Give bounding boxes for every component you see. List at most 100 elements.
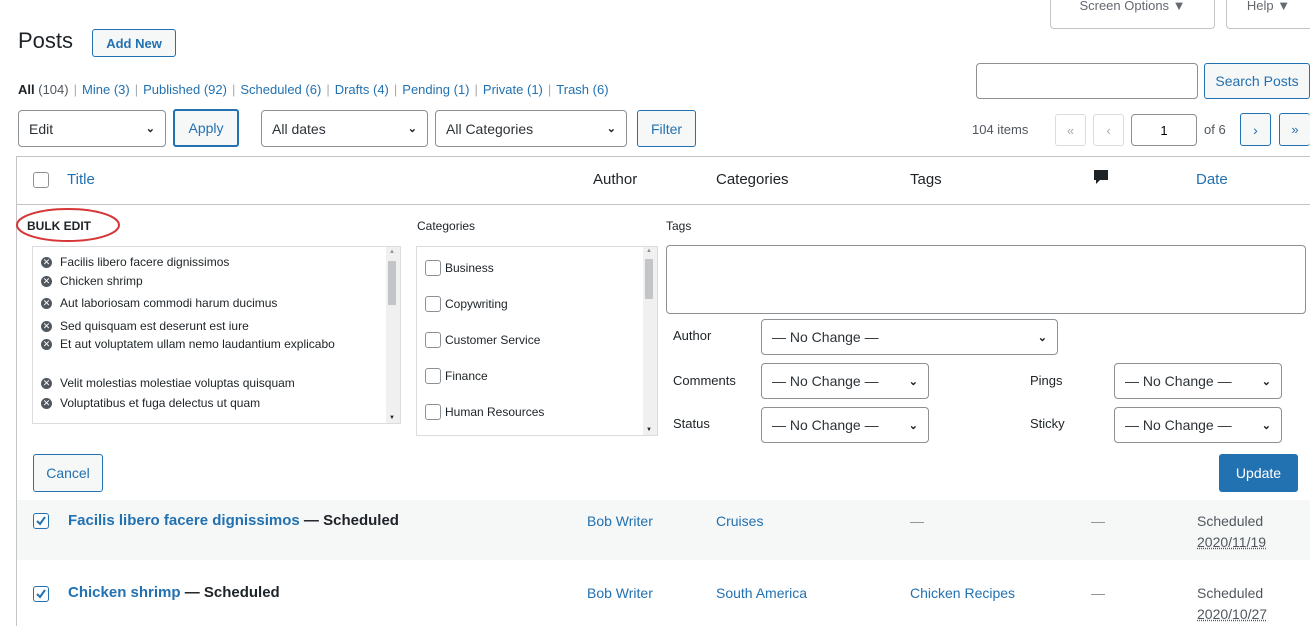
list-item: ✕ Facilis libero facere dignissimos xyxy=(41,255,230,269)
row-author[interactable]: Bob Writer xyxy=(587,513,653,529)
row-date-status: Scheduled xyxy=(1197,585,1264,601)
remove-icon[interactable]: ✕ xyxy=(41,377,52,389)
column-author: Author xyxy=(593,171,638,188)
post-state: — Scheduled xyxy=(180,584,280,601)
pings-select[interactable]: — No Change — ⌄ xyxy=(1114,363,1282,399)
highlight-circle xyxy=(16,208,120,242)
category-checkbox[interactable] xyxy=(425,260,441,276)
items-count: 104 items xyxy=(972,122,1029,137)
pings-value: — No Change — xyxy=(1125,373,1232,389)
dates-select[interactable]: All dates ⌄ xyxy=(261,110,428,147)
column-title[interactable]: Title xyxy=(67,171,95,188)
prev-page-button[interactable]: ‹ xyxy=(1093,114,1124,146)
category-checkbox[interactable] xyxy=(425,404,441,420)
categories-value: All Categories xyxy=(446,120,534,137)
filter-published[interactable]: Published (92) xyxy=(143,82,227,97)
apply-button[interactable]: Apply xyxy=(173,109,239,147)
chevron-down-icon: ⌄ xyxy=(908,375,918,388)
next-page-button[interactable]: › xyxy=(1240,113,1271,146)
add-new-button[interactable]: Add New xyxy=(92,29,176,57)
list-item[interactable]: Business xyxy=(425,250,544,286)
filter-scheduled[interactable]: Scheduled (6) xyxy=(240,82,321,97)
list-item[interactable]: Finance xyxy=(425,358,544,394)
remove-icon[interactable]: ✕ xyxy=(41,297,52,309)
post-title-link[interactable]: Facilis libero facere dignissimos xyxy=(68,512,300,529)
remove-icon[interactable]: ✕ xyxy=(41,397,52,409)
comments-select[interactable]: — No Change — ⌄ xyxy=(761,363,929,399)
row-categories[interactable]: Cruises xyxy=(716,513,763,529)
first-page-icon: « xyxy=(1066,122,1075,138)
categories-scrollbar[interactable]: ▲ ▼ xyxy=(643,247,657,435)
screen-options-label: Screen Options ▼ xyxy=(1079,0,1186,13)
row-date-status: Scheduled xyxy=(1197,513,1264,529)
remove-icon[interactable]: ✕ xyxy=(41,276,52,287)
help-tab[interactable]: Help ▼ xyxy=(1226,0,1310,29)
table-header xyxy=(17,157,1310,205)
row-categories[interactable]: South America xyxy=(716,585,807,601)
update-button[interactable]: Update xyxy=(1219,454,1298,492)
chevron-down-icon: ⌄ xyxy=(1037,331,1047,344)
filter-drafts[interactable]: Drafts (4) xyxy=(335,82,389,97)
cancel-button[interactable]: Cancel xyxy=(33,454,103,492)
list-item: ✕ Sed quisquam est deserunt est iure xyxy=(41,318,249,333)
chevron-down-icon: ⌄ xyxy=(908,419,918,432)
select-all-checkbox[interactable] xyxy=(33,172,49,188)
filter-private[interactable]: Private (1) xyxy=(483,82,543,97)
last-page-icon: » xyxy=(1291,122,1299,137)
filter-mine[interactable]: Mine (3) xyxy=(82,82,130,97)
status-select[interactable]: — No Change — ⌄ xyxy=(761,407,929,443)
sticky-select[interactable]: — No Change — ⌄ xyxy=(1114,407,1282,443)
bulk-tags-textarea[interactable] xyxy=(666,245,1306,314)
list-item: ✕ Aut laboriosam commodi harum ducimus xyxy=(41,295,278,310)
categories-select[interactable]: All Categories ⌄ xyxy=(435,110,627,147)
author-select[interactable]: — No Change — ⌄ xyxy=(761,319,1058,355)
search-posts-button[interactable]: Search Posts xyxy=(1204,63,1310,99)
bulk-sticky-label: Sticky xyxy=(1030,416,1065,431)
row-comments: — xyxy=(1091,513,1105,529)
remove-icon[interactable]: ✕ xyxy=(41,320,52,332)
comment-icon[interactable] xyxy=(1093,169,1109,188)
row-checkbox[interactable] xyxy=(33,586,49,602)
filter-pending[interactable]: Pending (1) xyxy=(402,82,469,97)
bulk-titles-list: ✕ Facilis libero facere dignissimos ✕ Ch… xyxy=(32,246,401,424)
row-tags[interactable]: Chicken Recipes xyxy=(910,585,1015,601)
chevron-down-icon: ⌄ xyxy=(1261,419,1271,432)
status-value: — No Change — xyxy=(772,417,879,433)
list-item[interactable]: Human Resources xyxy=(425,394,544,430)
help-label: Help ▼ xyxy=(1246,0,1291,13)
current-page-input[interactable] xyxy=(1131,114,1197,146)
remove-icon[interactable]: ✕ xyxy=(41,257,52,268)
bulk-comments-label: Comments xyxy=(673,373,736,388)
list-item[interactable]: Copywriting xyxy=(425,286,544,322)
chevron-down-icon: ⌄ xyxy=(407,123,417,135)
list-item[interactable]: Customer Service xyxy=(425,322,544,358)
filter-all[interactable]: All xyxy=(18,82,35,97)
filter-button[interactable]: Filter xyxy=(637,110,696,147)
row-date: 2020/10/27 xyxy=(1197,606,1268,622)
search-input[interactable] xyxy=(976,63,1198,99)
first-page-button[interactable]: « xyxy=(1055,114,1086,146)
category-checkbox[interactable] xyxy=(425,332,441,348)
row-title-cell: Facilis libero facere dignissimos — Sche… xyxy=(68,512,399,529)
last-page-button[interactable]: » xyxy=(1279,113,1310,146)
remove-icon[interactable]: ✕ xyxy=(41,339,52,350)
screen-options-tab[interactable]: Screen Options ▼ xyxy=(1050,0,1215,29)
post-title-link[interactable]: Chicken shrimp xyxy=(68,584,181,601)
column-tags: Tags xyxy=(910,171,942,188)
post-status-filters: All (104) | Mine (3) | Published (92) | Sch… xyxy=(18,82,609,97)
row-date: 2020/11/19 xyxy=(1197,534,1267,550)
table-row xyxy=(17,500,1310,560)
titles-scrollbar[interactable]: ▲ ▼ xyxy=(386,247,400,423)
post-state: — Scheduled xyxy=(299,512,399,529)
filter-trash[interactable]: Trash (6) xyxy=(556,82,608,97)
row-author[interactable]: Bob Writer xyxy=(587,585,653,601)
category-checkbox[interactable] xyxy=(425,296,441,312)
page-title: Posts xyxy=(18,28,74,53)
column-date[interactable]: Date xyxy=(1196,171,1228,188)
row-checkbox[interactable] xyxy=(33,513,49,529)
bulk-status-label: Status xyxy=(673,416,710,431)
bulk-categories-label: Categories xyxy=(417,219,476,233)
chevron-down-icon: ⌄ xyxy=(1261,375,1271,388)
bulk-action-select[interactable]: Edit ⌄ xyxy=(18,110,166,147)
category-checkbox[interactable] xyxy=(425,368,441,384)
